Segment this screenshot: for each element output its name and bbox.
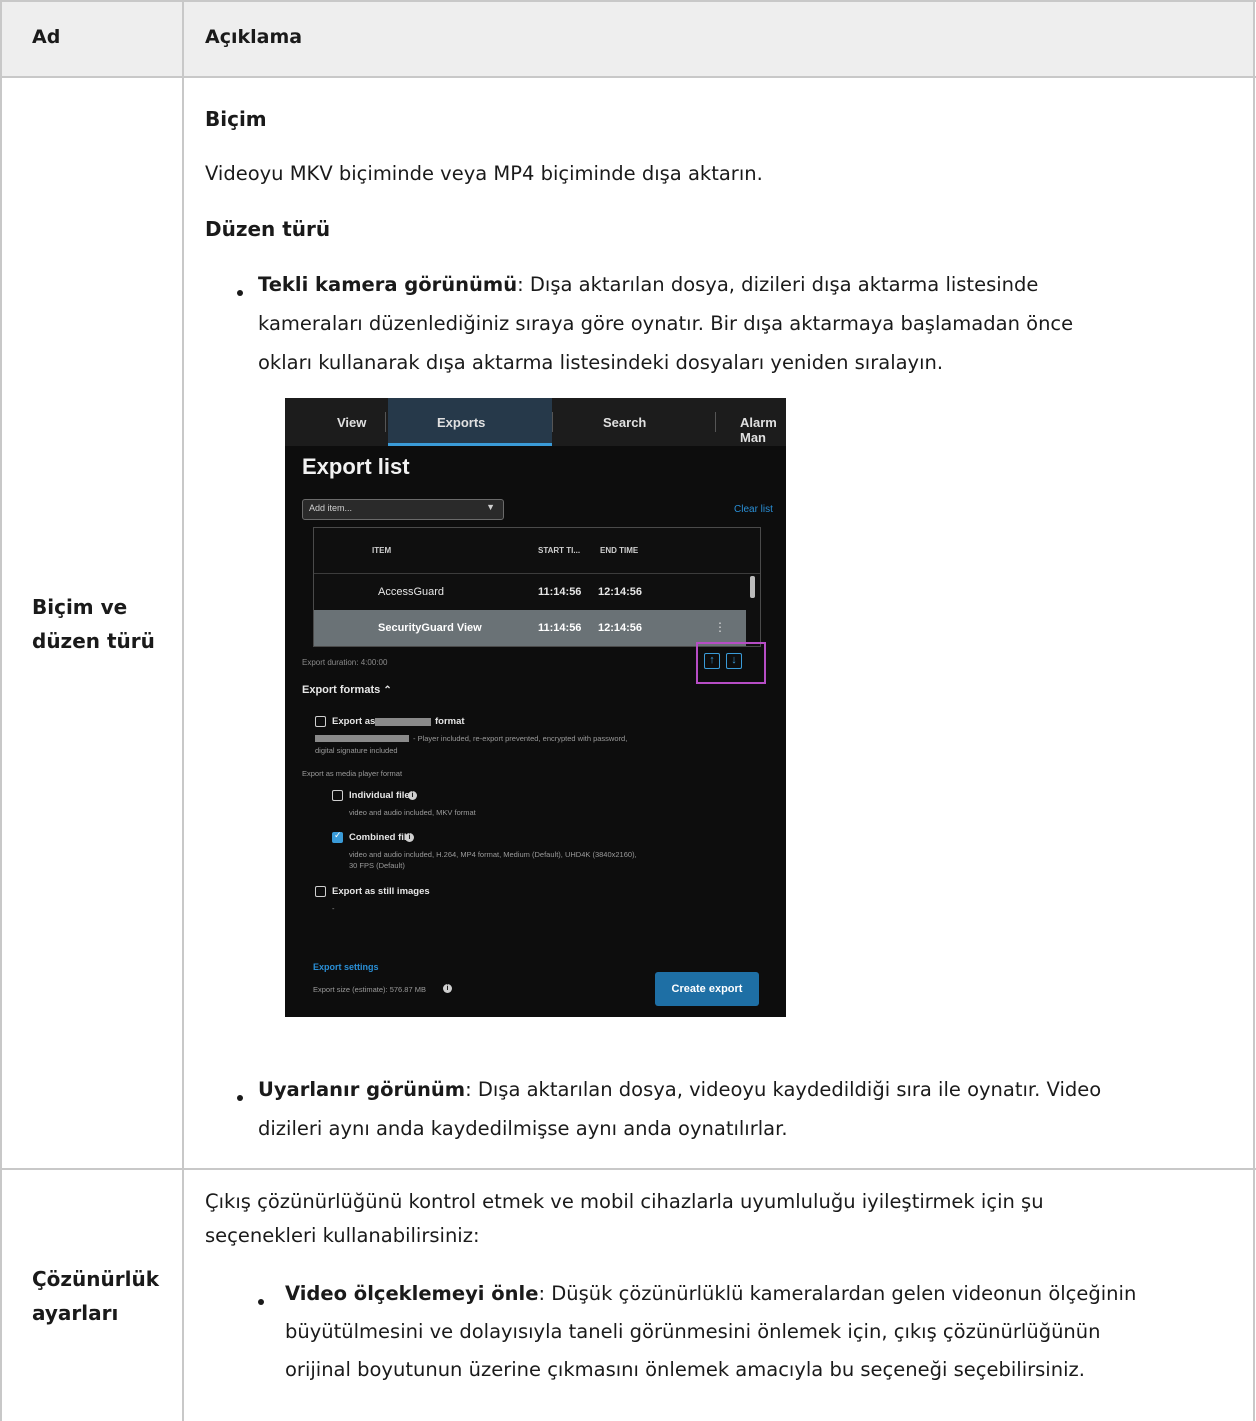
export-items-list: ITEM START TI... END TIME AccessGuard 11… (313, 527, 761, 647)
export-duration: Export duration: 4:00:00 (302, 658, 388, 667)
header-name: Ad (32, 26, 61, 48)
combined-file-desc: video and audio included, H.264, MP4 for… (349, 850, 637, 859)
export-list-title: Export list (302, 454, 410, 479)
export-as-desc: - Player included, re-export prevented, … (413, 734, 628, 743)
info-icon[interactable]: i (405, 833, 414, 842)
combined-file-label: Combined file (349, 832, 412, 843)
table-divider (0, 76, 1256, 78)
resolution-intro: Çıkış çözünürlüğünü kontrol etmek ve mob… (205, 1190, 1044, 1213)
info-icon[interactable]: i (443, 984, 452, 993)
media-player-heading: Export as media player format (302, 769, 403, 778)
column-header-end: END TIME (600, 546, 639, 555)
export-size: Export size (estimate): 576.87 MB (313, 985, 426, 994)
still-images-checkbox[interactable] (315, 886, 326, 897)
list-scrollbar[interactable] (750, 576, 755, 598)
bullet-adaptive-view: Uyarlanır görünüm: Dışa aktarılan dosya,… (258, 1078, 1102, 1101)
still-images-label: Export as still images (332, 886, 430, 897)
combined-file-desc: 30 FPS (Default) (349, 861, 405, 870)
bullet-icon (237, 290, 243, 296)
individual-files-desc: video and audio included, MKV format (349, 808, 476, 817)
redacted-product-name (375, 718, 431, 726)
export-list-screenshot: View Exports Search Alarm Man Export lis… (285, 398, 786, 1017)
individual-files-checkbox[interactable] (332, 790, 343, 801)
tab-alarm-manager[interactable]: Alarm Man (740, 415, 786, 445)
tab-separator (385, 412, 386, 432)
info-icon[interactable]: i (408, 791, 417, 800)
clear-list-link[interactable]: Clear list (734, 504, 773, 515)
tab-separator (552, 412, 553, 432)
combined-file-checkbox[interactable] (332, 830, 343, 843)
bullet-text-line: dizileri aynı anda kaydedilmişse aynı an… (258, 1117, 788, 1140)
column-header-item: ITEM (372, 546, 392, 555)
table-border-right (1253, 0, 1255, 1421)
table-border-left (0, 0, 2, 1421)
redacted-product-name (315, 735, 409, 742)
table-header (2, 2, 1254, 78)
bullet-single-camera: Tekli kamera görünümü: Dışa aktarılan do… (258, 273, 1039, 296)
header-description: Açıklama (205, 26, 303, 48)
tab-separator (715, 412, 716, 432)
export-as-label: Export as (332, 716, 376, 727)
list-item-name[interactable]: AccessGuard (378, 586, 444, 598)
divider (314, 573, 760, 574)
individual-files-label: Individual files (349, 790, 415, 801)
export-format-checkbox[interactable] (315, 716, 326, 727)
export-formats-heading[interactable]: Export formats ⌃ (302, 684, 392, 696)
chevron-down-icon: ▼ (486, 502, 495, 512)
format-text: Videoyu MKV biçiminde veya MP4 biçiminde… (205, 162, 763, 185)
table-divider (0, 1168, 1256, 1170)
move-up-button[interactable]: ↑ (704, 653, 720, 669)
row-name-resolution: Çözünürlük ayarları (32, 1267, 160, 1325)
format-word: format (435, 716, 465, 727)
layout-heading: Düzen türü (205, 217, 331, 241)
tab-search[interactable]: Search (603, 415, 646, 430)
table-border-top (0, 0, 1256, 2)
list-item-end: 12:14:56 (598, 586, 643, 598)
table-column-divider (182, 0, 184, 1421)
export-settings-link[interactable]: Export settings (313, 962, 379, 972)
bullet-text-line: büyütülmesini ve dolayısıyla taneli görü… (285, 1320, 1101, 1343)
export-as-desc: digital signature included (315, 746, 398, 755)
chevron-up-icon: ⌃ (383, 685, 392, 696)
list-item-start: 11:14:56 (538, 586, 582, 598)
list-item-name[interactable]: SecurityGuard View (378, 622, 482, 634)
bullet-icon (237, 1095, 243, 1101)
create-export-button[interactable]: Create export (655, 972, 759, 1006)
row-name-format-layout: Biçim ve düzen türü (32, 595, 155, 653)
list-item-start: 11:14:56 (538, 622, 582, 634)
bullet-icon (258, 1299, 264, 1305)
tab-exports[interactable]: Exports (437, 415, 485, 430)
format-heading: Biçim (205, 107, 267, 131)
still-images-desc: - (332, 904, 335, 913)
bullet-text-line: orijinal boyutunun üzerine çıkmasını önl… (285, 1358, 1085, 1381)
move-down-button[interactable]: ↓ (726, 653, 742, 669)
more-options-icon[interactable]: ⋮ (714, 620, 726, 634)
resolution-intro: seçenekleri kullanabilirsiniz: (205, 1224, 480, 1247)
description-table: Ad Açıklama Biçim ve düzen türü Biçim Vi… (0, 0, 1256, 1421)
bullet-text-line: okları kullanarak dışa aktarma listesind… (258, 351, 944, 374)
active-tab-underline (388, 443, 552, 446)
add-item-dropdown[interactable]: Add item... ▼ (302, 499, 504, 520)
tab-view[interactable]: View (337, 415, 366, 430)
bullet-text-line: kameraları düzenlediğiniz sıraya göre oy… (258, 312, 1074, 335)
list-item-end: 12:14:56 (598, 622, 643, 634)
column-header-start: START TI... (538, 546, 581, 555)
bullet-prevent-scaling: Video ölçeklemeyi önle: Düşük çözünürlük… (285, 1282, 1137, 1305)
